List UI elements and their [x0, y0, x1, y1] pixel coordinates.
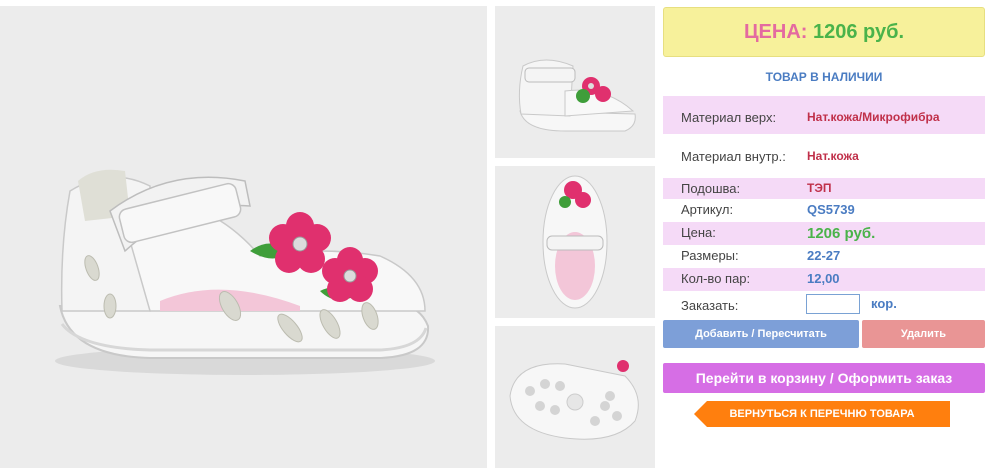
sandal-sole-illustration	[495, 326, 655, 468]
add-recalculate-button[interactable]: Добавить / Пересчитать	[663, 320, 859, 348]
spec-row-pairs-count: Кол-во пар: 12,00	[663, 268, 985, 291]
stock-status: ТОВАР В НАЛИЧИИ	[765, 70, 883, 84]
spec-row-article: Артикул: QS5739	[663, 199, 985, 222]
main-product-image	[0, 6, 487, 468]
spec-value: 22-27	[807, 248, 841, 263]
spec-label: Подошва:	[681, 181, 741, 196]
back-to-list-button[interactable]: ВЕРНУТЬСЯ К ПЕРЕЧНЮ ТОВАРА	[694, 401, 950, 427]
spec-value: Нат.кожа	[807, 149, 859, 163]
thumbnail-top-view[interactable]	[495, 166, 655, 318]
spec-label: Материал внутр.:	[681, 149, 786, 164]
spec-row-upper-material: Материал верх: Нат.кожа/Микрофибра	[663, 96, 985, 134]
spec-label: Кол-во пар:	[681, 271, 751, 286]
order-quantity-input[interactable]	[806, 294, 860, 314]
go-to-cart-button[interactable]: Перейти в корзину / Оформить заказ	[663, 363, 985, 393]
spec-value: 1206 руб.	[807, 225, 876, 242]
spec-row-price: Цена: 1206 руб.	[663, 222, 985, 245]
sandal-angled-illustration	[495, 6, 655, 158]
price-banner: ЦЕНА: 1206 руб.	[663, 7, 985, 57]
spec-value: Нат.кожа/Микрофибра	[807, 110, 940, 124]
price-label: ЦЕНА:	[743, 21, 808, 43]
order-label: Заказать:	[681, 298, 739, 313]
spec-value: 12,00	[807, 271, 840, 286]
product-specs: Материал верх: Нат.кожа/Микрофибра Матер…	[663, 96, 985, 321]
spec-row-sizes: Размеры: 22-27	[663, 245, 985, 268]
spec-row-sole: Подошва: ТЭП	[663, 178, 985, 199]
spec-value: ТЭП	[807, 181, 832, 195]
price-value: 1206 руб.	[813, 21, 905, 43]
spec-label: Цена:	[681, 225, 716, 240]
order-row: Заказать: кор.	[663, 291, 985, 321]
sandal-side-illustration	[0, 6, 487, 468]
spec-label: Материал верх:	[681, 110, 777, 125]
thumbnail-sole-view[interactable]	[495, 326, 655, 468]
thumbnail-angled-view[interactable]	[495, 6, 655, 158]
spec-value: QS5739	[807, 202, 855, 217]
sandal-top-illustration	[495, 166, 655, 318]
spec-label: Артикул:	[681, 202, 734, 217]
delete-button[interactable]: Удалить	[862, 320, 985, 348]
order-unit: кор.	[871, 296, 897, 311]
spec-row-lining-material: Материал внутр.: Нат.кожа	[663, 140, 985, 178]
spec-label: Размеры:	[681, 248, 739, 263]
